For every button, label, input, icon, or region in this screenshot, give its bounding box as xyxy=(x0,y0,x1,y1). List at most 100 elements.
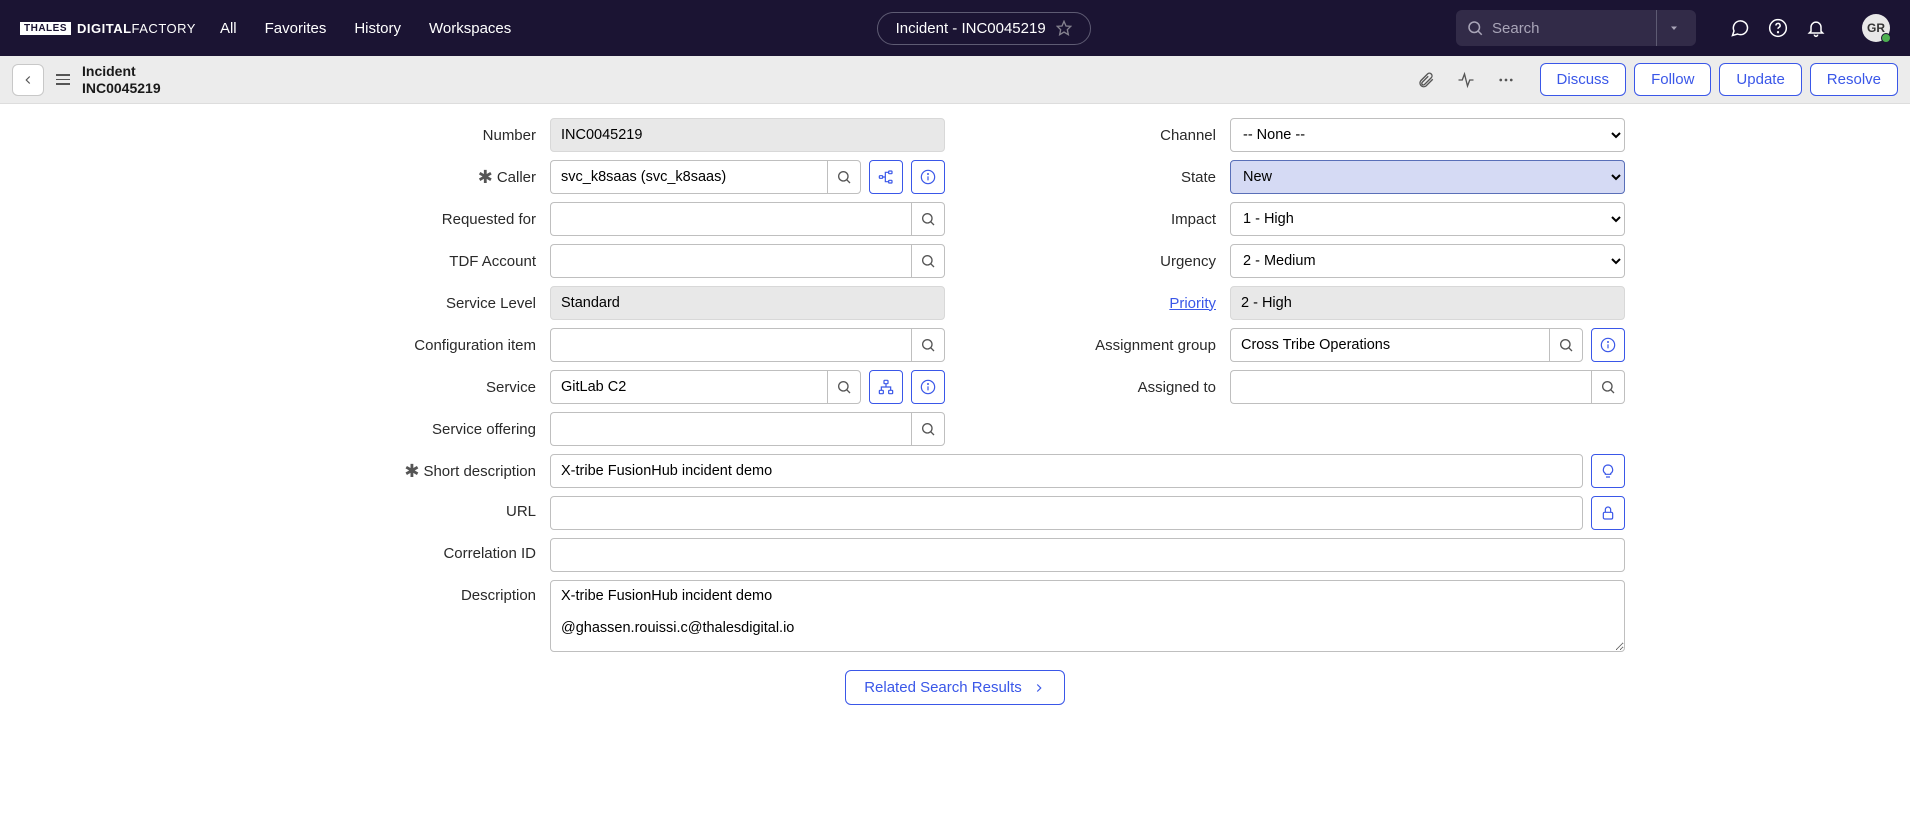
urgency-select[interactable]: 2 - Medium xyxy=(1230,244,1625,278)
channel-row: Channel -- None -- xyxy=(965,118,1625,152)
form-left-column: Number ✱Caller xyxy=(285,118,945,454)
sub-header: Incident INC0045219 Discuss Follow Updat… xyxy=(0,56,1910,104)
description-label: Description xyxy=(285,580,550,604)
short-description-label: ✱Short description xyxy=(285,454,550,482)
nav-utility-icons xyxy=(1730,18,1826,38)
top-nav: THALES DIGITALFACTORY All Favorites Hist… xyxy=(0,0,1910,56)
caller-label: ✱Caller xyxy=(285,167,550,188)
priority-row: Priority xyxy=(965,286,1625,320)
priority-label[interactable]: Priority xyxy=(965,295,1230,312)
form-columns: Number ✱Caller xyxy=(285,118,1625,454)
chevron-right-icon xyxy=(1032,681,1046,695)
discuss-button[interactable]: Discuss xyxy=(1540,63,1627,96)
form-menu-icon[interactable] xyxy=(56,74,70,85)
urgency-label: Urgency xyxy=(965,253,1230,270)
service-lookup-button[interactable] xyxy=(827,370,861,404)
assigned-to-lookup-button[interactable] xyxy=(1591,370,1625,404)
caller-row: ✱Caller xyxy=(285,160,945,194)
tdf-account-label: TDF Account xyxy=(285,253,550,270)
impact-label: Impact xyxy=(965,211,1230,228)
suggestion-button[interactable] xyxy=(1591,454,1625,488)
nav-history[interactable]: History xyxy=(354,20,401,37)
correlation-id-row: Correlation ID xyxy=(285,538,1625,572)
assigned-to-field[interactable] xyxy=(1230,370,1591,404)
activity-icon[interactable] xyxy=(1454,68,1478,92)
assigned-to-label: Assigned to xyxy=(965,379,1230,396)
number-field xyxy=(550,118,945,152)
required-icon: ✱ xyxy=(404,461,419,482)
nav-workspaces[interactable]: Workspaces xyxy=(429,20,511,37)
service-offering-row: Service offering xyxy=(285,412,945,446)
assigned-to-row: Assigned to xyxy=(965,370,1625,404)
impact-row: Impact 1 - High xyxy=(965,202,1625,236)
record-type: Incident xyxy=(82,63,161,80)
nav-favorites[interactable]: Favorites xyxy=(265,20,327,37)
description-field[interactable] xyxy=(550,580,1625,652)
chat-icon[interactable] xyxy=(1730,18,1750,38)
logo: THALES DIGITALFACTORY xyxy=(20,21,196,36)
resolve-button[interactable]: Resolve xyxy=(1810,63,1898,96)
back-button[interactable] xyxy=(12,64,44,96)
service-offering-field[interactable] xyxy=(550,412,911,446)
sub-icons xyxy=(1414,68,1518,92)
service-tree-button[interactable] xyxy=(869,370,903,404)
caller-info-button[interactable] xyxy=(911,160,945,194)
follow-button[interactable]: Follow xyxy=(1634,63,1711,96)
caller-lookup-button[interactable] xyxy=(827,160,861,194)
config-item-field[interactable] xyxy=(550,328,911,362)
state-label: State xyxy=(965,169,1230,186)
record-title: Incident INC0045219 xyxy=(82,63,161,97)
nav-links: All Favorites History Workspaces xyxy=(220,20,511,37)
service-field[interactable] xyxy=(550,370,827,404)
impact-select[interactable]: 1 - High xyxy=(1230,202,1625,236)
url-field[interactable] xyxy=(550,496,1583,530)
caller-field[interactable] xyxy=(550,160,827,194)
short-description-field[interactable] xyxy=(550,454,1583,488)
tab-title: Incident - INC0045219 xyxy=(896,20,1046,37)
priority-field xyxy=(1230,286,1625,320)
url-lock-button[interactable] xyxy=(1591,496,1625,530)
required-icon: ✱ xyxy=(478,167,493,188)
assignment-group-info-button[interactable] xyxy=(1591,328,1625,362)
tdf-account-lookup-button[interactable] xyxy=(911,244,945,278)
tdf-account-field[interactable] xyxy=(550,244,911,278)
assignment-group-row: Assignment group xyxy=(965,328,1625,362)
nav-all[interactable]: All xyxy=(220,20,237,37)
help-icon[interactable] xyxy=(1768,18,1788,38)
correlation-id-label: Correlation ID xyxy=(285,538,550,562)
number-label: Number xyxy=(285,127,550,144)
tdf-account-row: TDF Account xyxy=(285,244,945,278)
current-tab-pill[interactable]: Incident - INC0045219 xyxy=(877,12,1091,45)
action-buttons: Discuss Follow Update Resolve xyxy=(1540,63,1898,96)
service-info-button[interactable] xyxy=(911,370,945,404)
channel-select[interactable]: -- None -- xyxy=(1230,118,1625,152)
caller-tree-button[interactable] xyxy=(869,160,903,194)
assignment-group-field[interactable] xyxy=(1230,328,1549,362)
star-icon[interactable] xyxy=(1056,20,1072,36)
search-dropdown[interactable] xyxy=(1656,10,1690,46)
assignment-group-lookup-button[interactable] xyxy=(1549,328,1583,362)
search-input[interactable] xyxy=(1456,20,1656,37)
update-button[interactable]: Update xyxy=(1719,63,1801,96)
config-item-lookup-button[interactable] xyxy=(911,328,945,362)
requested-for-lookup-button[interactable] xyxy=(911,202,945,236)
service-offering-label: Service offering xyxy=(285,421,550,438)
related-bar: Related Search Results xyxy=(285,660,1625,715)
form-scroll-area[interactable]: Number ✱Caller xyxy=(0,104,1910,833)
more-icon[interactable] xyxy=(1494,68,1518,92)
attachment-icon[interactable] xyxy=(1414,68,1438,92)
requested-for-field[interactable] xyxy=(550,202,911,236)
service-offering-lookup-button[interactable] xyxy=(911,412,945,446)
bell-icon[interactable] xyxy=(1806,18,1826,38)
state-select[interactable]: New xyxy=(1230,160,1625,194)
correlation-id-field[interactable] xyxy=(550,538,1625,572)
avatar[interactable]: GR xyxy=(1862,14,1890,42)
related-search-button[interactable]: Related Search Results xyxy=(845,670,1065,705)
state-row: State New xyxy=(965,160,1625,194)
number-row: Number xyxy=(285,118,945,152)
short-description-row: ✱Short description xyxy=(285,454,1625,488)
config-item-row: Configuration item xyxy=(285,328,945,362)
channel-label: Channel xyxy=(965,127,1230,144)
global-search[interactable] xyxy=(1456,10,1696,46)
urgency-row: Urgency 2 - Medium xyxy=(965,244,1625,278)
